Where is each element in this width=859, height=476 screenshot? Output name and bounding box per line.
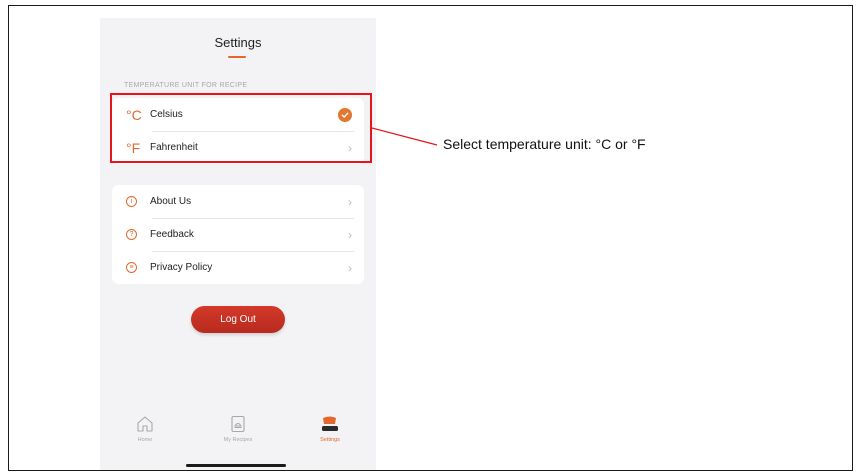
menu-item-feedback[interactable]: ? Feedback › — [112, 218, 364, 251]
callout-annotation: Select temperature unit: °C or °F — [443, 136, 646, 152]
document-icon: ≡ — [126, 262, 146, 273]
title-underline — [228, 56, 246, 58]
about-us-label: About Us — [150, 196, 192, 207]
settings-pot-icon — [322, 416, 338, 431]
info-icon: i — [126, 196, 146, 207]
privacy-policy-label: Privacy Policy — [150, 262, 213, 273]
tab-home[interactable]: Home — [110, 414, 180, 443]
tab-my-recipes[interactable]: My Recipes — [203, 414, 273, 443]
question-icon: ? — [126, 229, 146, 240]
page-title: Settings — [214, 35, 262, 50]
chevron-right-icon: › — [348, 227, 352, 242]
menu-item-privacy-policy[interactable]: ≡ Privacy Policy › — [112, 251, 364, 284]
tab-settings-label: Settings — [320, 437, 340, 443]
tab-my-recipes-label: My Recipes — [223, 437, 253, 443]
home-icon — [137, 416, 153, 432]
recipe-book-icon — [231, 415, 245, 433]
temperature-highlight-box — [110, 93, 372, 163]
temperature-section-caption: TEMPERATURE UNIT FOR RECIPE — [124, 82, 248, 89]
menu-item-about-us[interactable]: i About Us › — [112, 185, 364, 218]
tab-home-label: Home — [137, 437, 153, 443]
chevron-right-icon: › — [348, 260, 352, 275]
chevron-right-icon: › — [348, 194, 352, 209]
phone-screen: Settings TEMPERATURE UNIT FOR RECIPE °C … — [100, 18, 376, 470]
log-out-button[interactable]: Log Out — [191, 306, 285, 333]
bottom-tab-bar: Home My Recipes Settings — [100, 414, 376, 454]
feedback-label: Feedback — [150, 229, 194, 240]
home-indicator — [186, 464, 286, 467]
tab-settings[interactable]: Settings — [295, 414, 365, 443]
info-menu-card: i About Us › ? Feedback › ≡ Privacy Poli… — [112, 185, 364, 284]
